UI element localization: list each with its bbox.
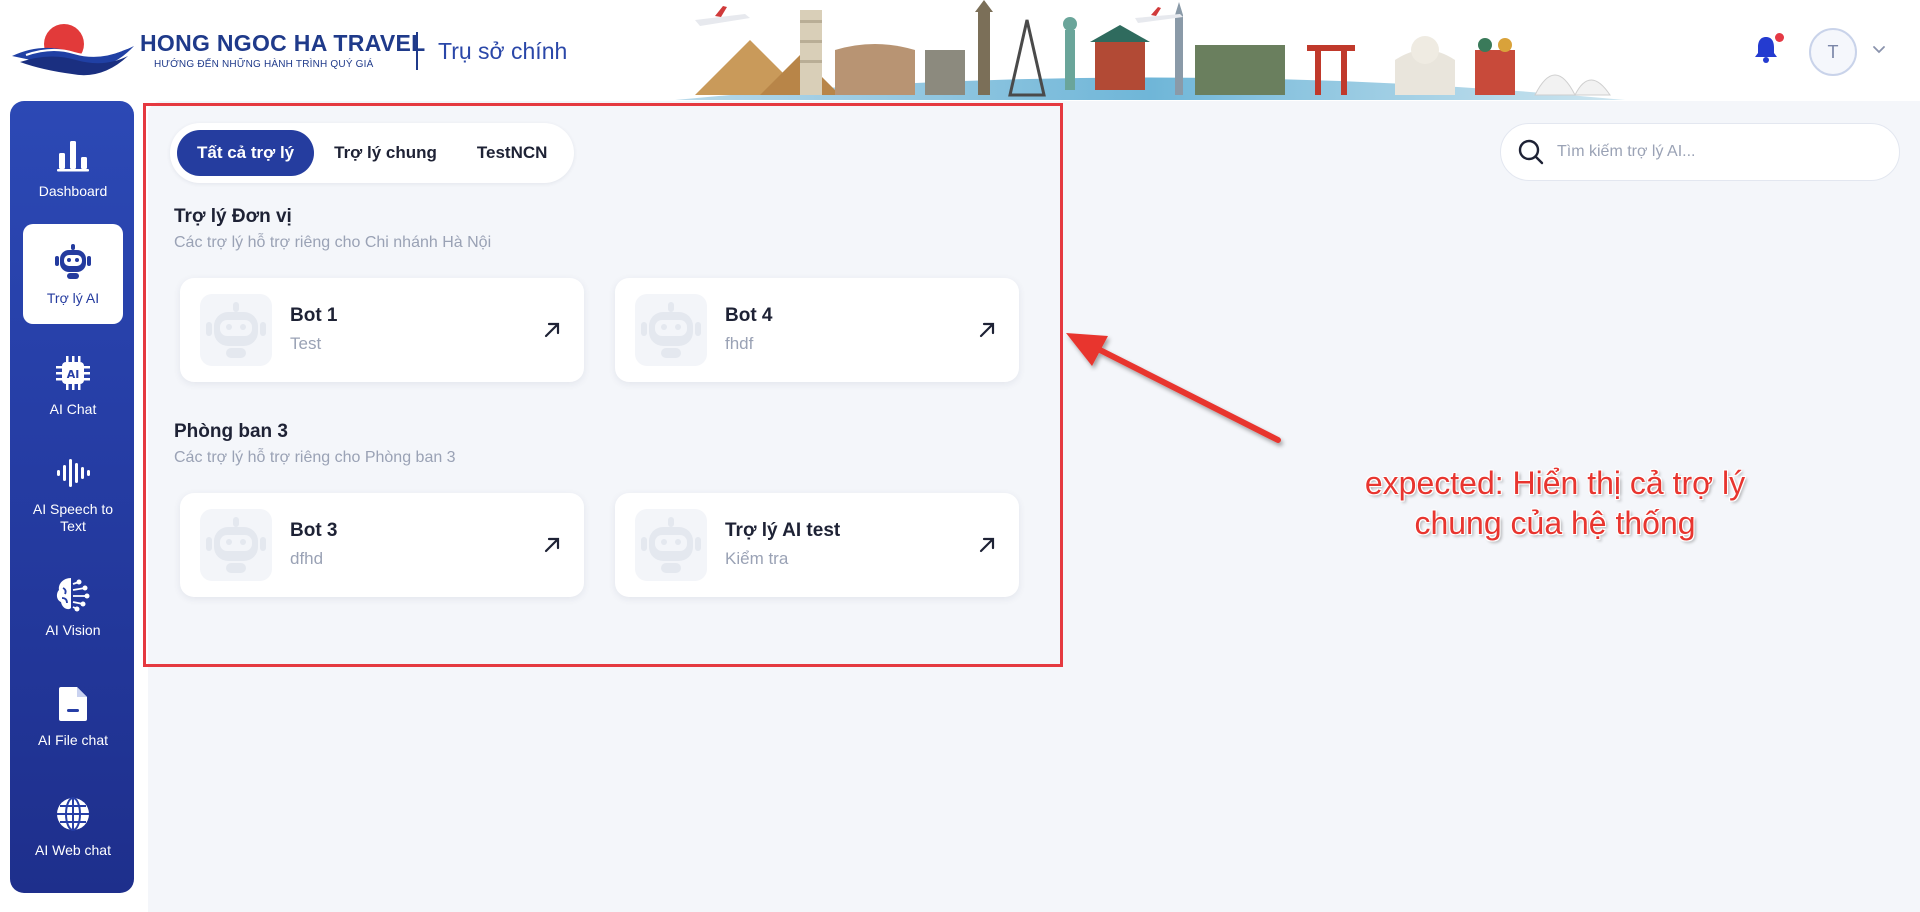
sidebar-item-label: AI Chat (49, 400, 97, 417)
sidebar-item-ai-chat[interactable]: AI AI Chat (23, 335, 123, 435)
brand-block: HONG NGOC HA TRAVEL HƯỚNG ĐẾN NHỮNG HÀNH… (140, 30, 426, 70)
company-logo[interactable] (12, 22, 134, 80)
globe-icon (53, 794, 93, 834)
sidebar-item-ai-vision[interactable]: AI Vision (23, 556, 123, 656)
sidebar-item-label: Dashboard (38, 182, 108, 199)
sidebar-item-ai-web-chat[interactable]: AI Web chat (23, 776, 123, 876)
sidebar-item-dashboard[interactable]: Dashboard (23, 117, 123, 217)
bar-chart-icon (53, 135, 93, 175)
ai-chip-icon: AI (53, 353, 93, 393)
sound-wave-icon (53, 453, 93, 493)
brand-slogan: HƯỚNG ĐẾN NHỮNG HÀNH TRÌNH QUÝ GIÁ (154, 59, 374, 70)
user-avatar[interactable]: T (1809, 28, 1857, 76)
svg-text:AI: AI (67, 368, 80, 381)
sidebar-item-label: AI Web chat (34, 841, 111, 858)
notification-badge (1775, 33, 1784, 42)
search-input[interactable] (1557, 143, 1877, 161)
header-divider (416, 32, 418, 70)
brain-icon (53, 574, 93, 614)
office-name[interactable]: Trụ sở chính (438, 38, 567, 65)
sidebar-item-label: AI Vision (45, 621, 101, 638)
sidebar-item-ai-file-chat[interactable]: AI File chat (23, 666, 123, 766)
annotation-highlight-box (143, 103, 1063, 667)
annotation-line-1: expected: Hiển thị cả trợ lý (1364, 465, 1746, 501)
app-header: HONG NGOC HA TRAVEL HƯỚNG ĐẾN NHỮNG HÀNH… (0, 0, 1920, 100)
file-icon (53, 684, 93, 724)
sidebar-item-label: AI Speech to Text (32, 501, 114, 534)
annotation-line-2: chung của hệ thống (1414, 505, 1696, 541)
robot-icon (53, 242, 93, 282)
sidebar-item-label: AI File chat (37, 731, 109, 748)
search-box (1500, 123, 1900, 181)
chevron-down-icon[interactable] (1871, 41, 1887, 57)
sidebar-nav: Dashboard Trợ lý AI AI AI Chat AI Speech… (10, 101, 134, 893)
brand-name: HONG NGOC HA TRAVEL (140, 30, 426, 56)
search-icon (1518, 139, 1544, 165)
annotation-arrow-icon (1066, 333, 1281, 443)
sidebar-item-tro-ly-ai[interactable]: Trợ lý AI (23, 224, 123, 324)
sidebar-item-label: Trợ lý AI (46, 289, 100, 306)
sidebar-item-ai-speech-to-text[interactable]: AI Speech to Text (23, 444, 123, 544)
travel-landmarks-banner (675, 0, 1625, 100)
annotation-text: expected: Hiển thị cả trợ lý chung của h… (1330, 463, 1780, 543)
